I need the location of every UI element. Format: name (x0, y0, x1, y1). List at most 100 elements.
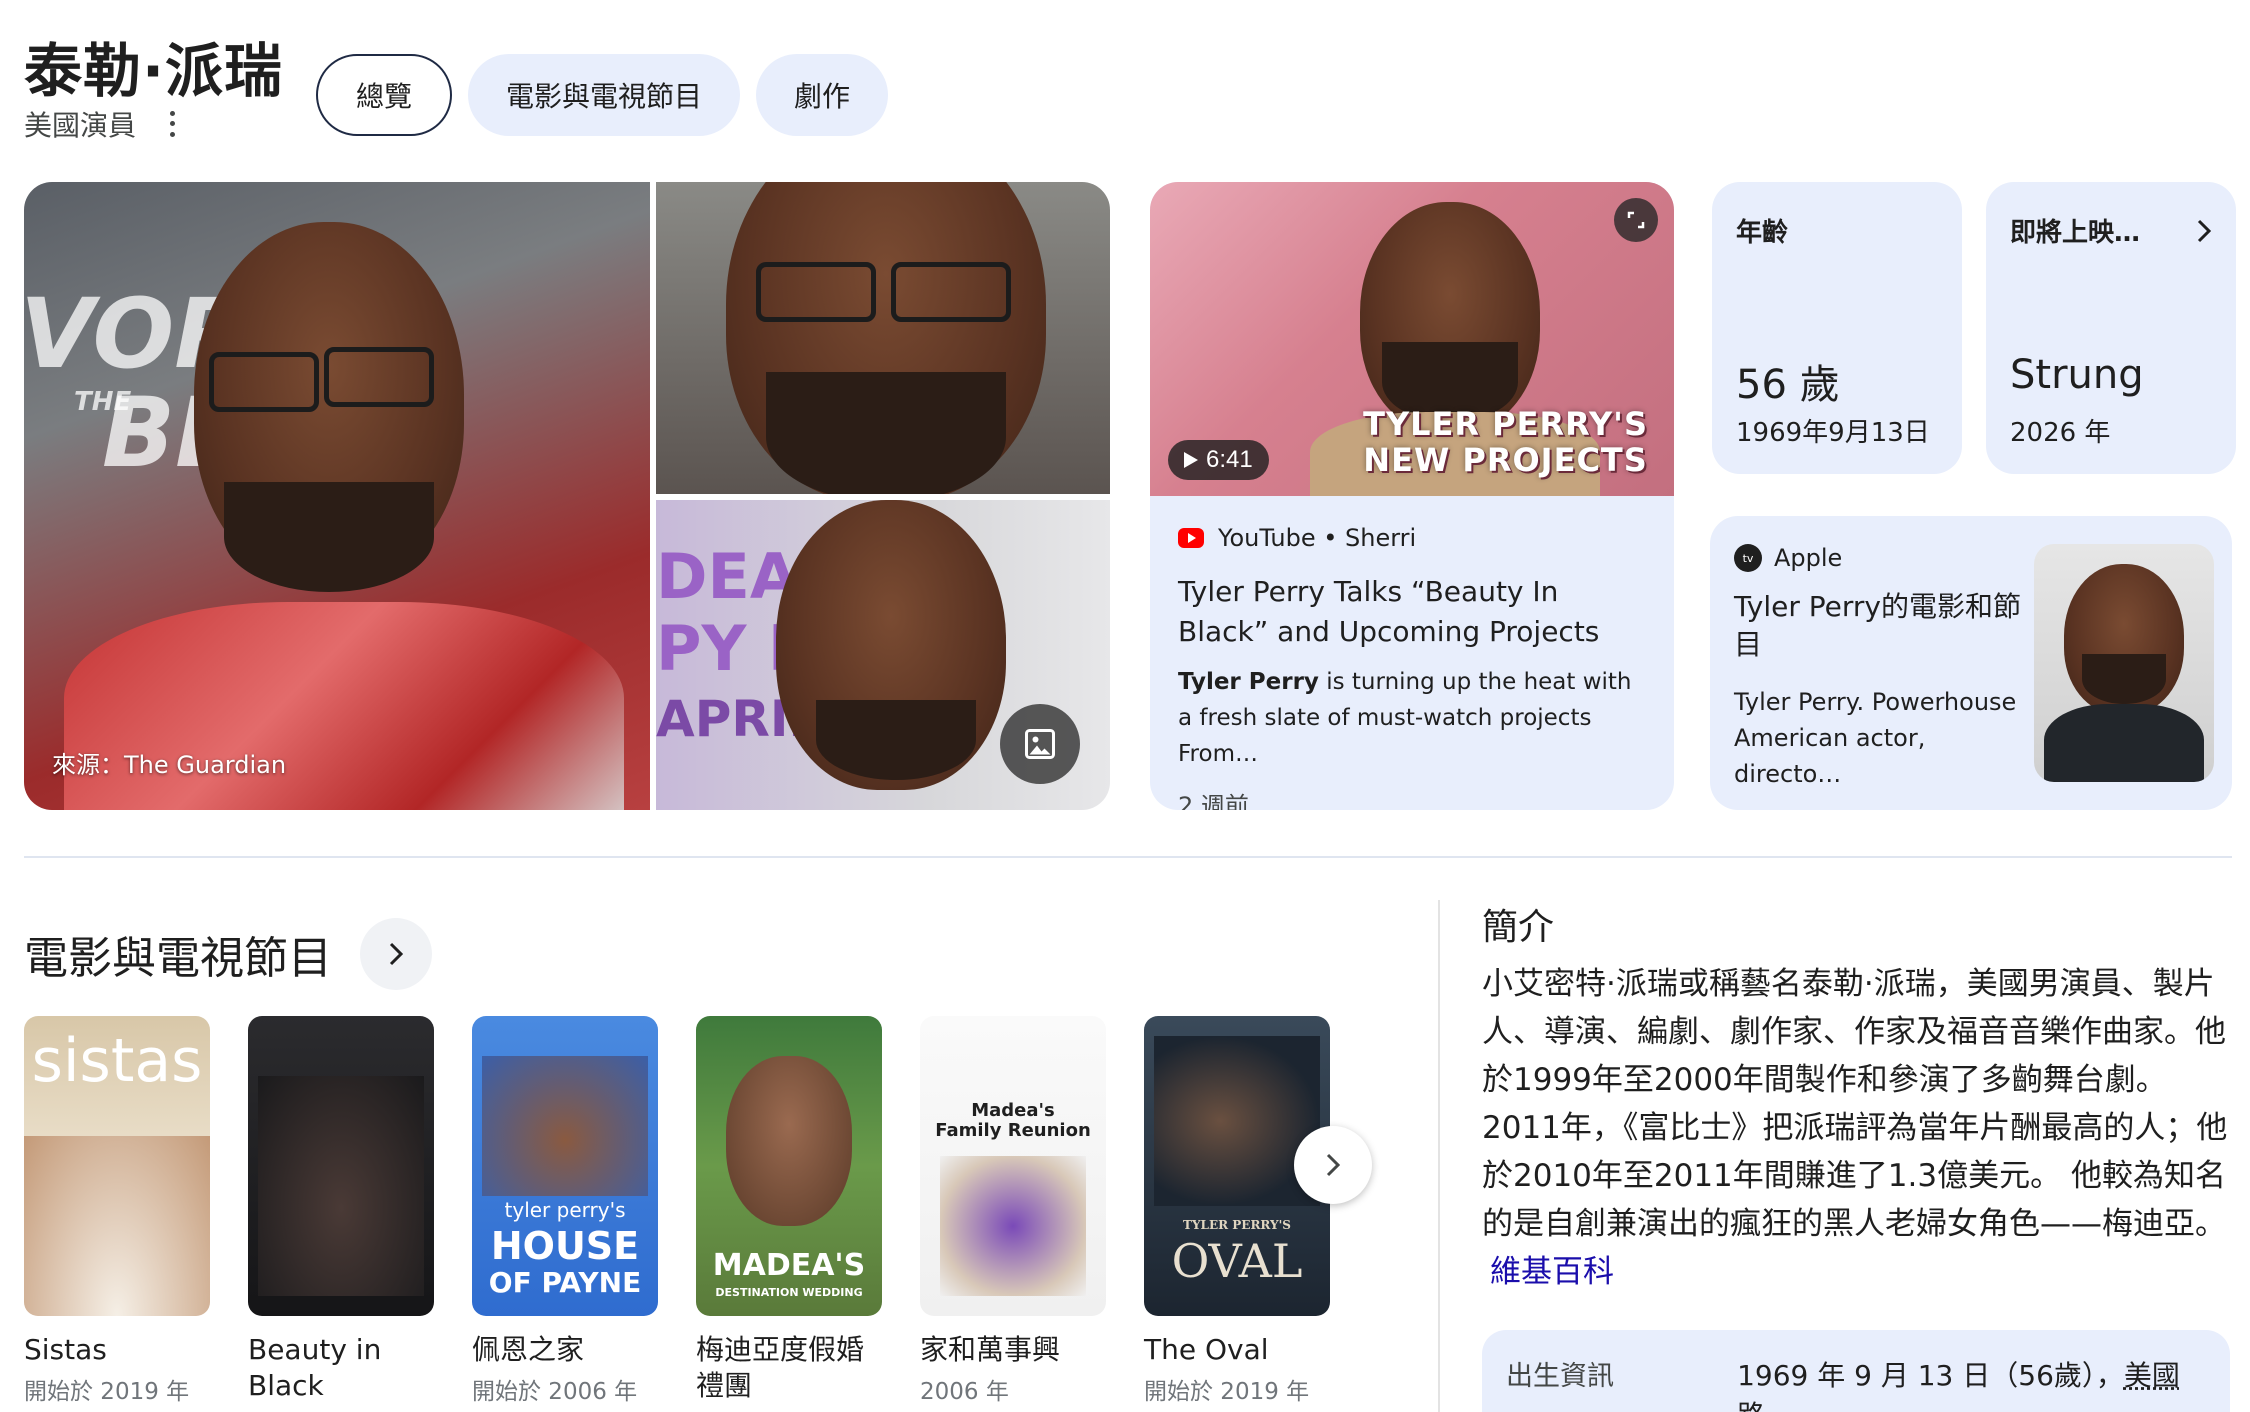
glasses-left (209, 352, 319, 412)
movie-name[interactable]: Sistas (24, 1332, 210, 1368)
movie-name[interactable]: 家和萬事興 (920, 1332, 1106, 1368)
movie-item[interactable]: Beauty in Black (248, 1016, 434, 1408)
movie-year: 2006 年 (920, 1372, 1106, 1406)
tab-overview[interactable]: 總覽 (316, 54, 452, 136)
apple-tv-icon: tv (1734, 544, 1762, 572)
movie-name[interactable]: 梅迪亞度假婚禮團 (696, 1332, 882, 1404)
snippet-bold: Tyler Perry (1178, 669, 1319, 695)
facts-panel: 出生資訊 1969 年 9 月 13 日（56歲），美國路 (1482, 1330, 2230, 1412)
movie-name[interactable]: Beauty in Black (248, 1332, 434, 1404)
person-beard (766, 372, 1006, 494)
movie-item[interactable]: Madea's Family Reunion 家和萬事興 2006 年 (920, 1016, 1106, 1406)
image-gallery-button[interactable] (1000, 704, 1080, 784)
chevron-right-icon (2196, 218, 2212, 244)
movie-poster[interactable]: tyler perry's HOUSE OF PAYNE (472, 1016, 658, 1316)
apple-photo (2034, 544, 2214, 782)
about-text: 小艾密特·派瑞或稱藝名泰勒·派瑞，美國男演員、製片人、導演、編劇、劇作家、作家及… (1482, 960, 2234, 1296)
video-duration: 6:41 (1168, 440, 1269, 480)
entity-subtitle-row: 美國演員 (24, 104, 184, 144)
video-title[interactable]: Tyler Perry Talks “Beauty In Black” and … (1178, 572, 1650, 652)
chevron-right-icon (389, 942, 403, 966)
video-thumbnail[interactable]: TYLER PERRY'S NEW PROJECTS 6:41 (1150, 182, 1674, 496)
video-snippet: Tyler Perry is turning up the heat with … (1178, 664, 1650, 772)
poster-title: tyler perry's (472, 1198, 658, 1222)
poster-figures (482, 1056, 648, 1196)
poster-figures (726, 1056, 852, 1226)
person-suit (2044, 704, 2204, 782)
movie-year: 開始於 2006 年 (472, 1372, 658, 1406)
person-beard (224, 482, 434, 592)
poster-figures (1154, 1036, 1320, 1206)
upcoming-year: 2026 年 (2010, 412, 2110, 449)
glasses-left (756, 262, 876, 322)
video-source-text: YouTube • Sherri (1218, 524, 1416, 552)
column-divider (1438, 900, 1440, 1412)
movie-item[interactable]: TYLER PERRY'S OVAL The Oval 開始於 2019 年 (1144, 1016, 1330, 1406)
about-description: 小艾密特·派瑞或稱藝名泰勒·派瑞，美國男演員、製片人、導演、編劇、劇作家、作家及… (1482, 966, 2227, 1242)
youtube-icon (1178, 528, 1204, 548)
photo-credit: 來源：The Guardian (52, 745, 286, 780)
movies-carousel: sistas Sistas 開始於 2019 年 Beauty in Black… (24, 1016, 1354, 1412)
movies-section-title[interactable]: 電影與電視節目 (24, 922, 332, 986)
fact-value-birth: 1969 年 9 月 13 日（56歲），美國路 (1737, 1354, 2206, 1406)
birth-date: 1969年9月13日 (1736, 412, 1930, 449)
movie-year: 開始於 2019 年 (24, 1372, 210, 1406)
movie-name[interactable]: The Oval (1144, 1332, 1330, 1368)
movies-section-header: 電影與電視節目 (24, 918, 432, 990)
main-photo[interactable]: VORCE THE BLA 來源：The Guardian (24, 182, 650, 810)
movies-more-button[interactable] (360, 918, 432, 990)
movie-item[interactable]: MADEA'S DESTINATION WEDDING 梅迪亞度假婚禮團 (696, 1016, 882, 1408)
apple-title[interactable]: Tyler Perry的電影和節目 (1734, 588, 2024, 664)
expand-icon (1626, 210, 1646, 230)
poster-title: OVAL (1144, 1234, 1330, 1288)
movie-poster[interactable]: Madea's Family Reunion (920, 1016, 1106, 1316)
glasses-right (324, 347, 434, 407)
poster-title: MADEA'S (696, 1248, 882, 1283)
poster-figures (24, 1136, 210, 1316)
age-card[interactable]: 年齡 56 歲 1969年9月13日 (1712, 182, 1962, 474)
upcoming-label: 即將上映… (2010, 212, 2140, 249)
person-beard (2082, 654, 2166, 704)
movie-year: 開始於 2019 年 (1144, 1372, 1330, 1406)
age-label: 年齡 (1736, 212, 1938, 249)
upcoming-label-row: 即將上映… (2010, 212, 2212, 249)
video-thumb-line: NEW PROJECTS (1363, 442, 1648, 478)
wikipedia-link[interactable]: 維基百科 (1490, 1254, 1614, 1290)
apple-card[interactable]: tv Apple Tyler Perry的電影和節目 Tyler Perry. … (1710, 516, 2232, 810)
apple-snippet: Tyler Perry. Powerhouse American actor, … (1734, 684, 2024, 792)
apple-source: tv Apple (1734, 544, 1842, 572)
fact-label-birth: 出生資訊 (1506, 1354, 1737, 1406)
play-icon (1184, 452, 1198, 468)
video-thumb-line: TYLER PERRY'S (1363, 406, 1648, 442)
section-divider (24, 856, 2232, 858)
movie-name[interactable]: 佩恩之家 (472, 1332, 658, 1368)
photo-event[interactable]: DEA'S PY F APRIL 2 (656, 500, 1110, 810)
poster-title: DESTINATION WEDDING (696, 1286, 882, 1299)
tab-movies-tv[interactable]: 電影與電視節目 (468, 54, 740, 136)
expand-button[interactable] (1614, 198, 1658, 242)
poster-figures (258, 1076, 424, 1296)
movie-poster[interactable]: sistas (24, 1016, 210, 1316)
movie-poster[interactable] (248, 1016, 434, 1316)
movie-item[interactable]: tyler perry's HOUSE OF PAYNE 佩恩之家 開始於 20… (472, 1016, 658, 1406)
poster-title: sistas (24, 1026, 210, 1096)
carousel-next-button[interactable] (1294, 1126, 1372, 1204)
video-source: YouTube • Sherri (1178, 524, 1650, 552)
age-value: 56 歲 (1736, 352, 1840, 410)
poster-title: Family Reunion (920, 1120, 1106, 1141)
apple-source-text: Apple (1774, 544, 1842, 572)
tab-plays[interactable]: 劇作 (756, 54, 888, 136)
poster-title: TYLER PERRY'S (1144, 1218, 1330, 1232)
video-meta: YouTube • Sherri Tyler Perry Talks “Beau… (1178, 524, 1650, 810)
photo-closeup[interactable] (656, 182, 1110, 494)
image-gallery: VORCE THE BLA 來源：The Guardian DEA'S PY F… (24, 182, 1110, 810)
video-card[interactable]: TYLER PERRY'S NEW PROJECTS 6:41 YouTube … (1150, 182, 1674, 810)
movie-poster[interactable]: MADEA'S DESTINATION WEDDING (696, 1016, 882, 1316)
upcoming-card[interactable]: 即將上映… Strung 2026 年 (1986, 182, 2236, 474)
poster-title: HOUSE (472, 1224, 658, 1268)
more-vert-icon[interactable] (160, 108, 184, 140)
birth-info: 1969 年 9 月 13 日（56歲）， (1737, 1359, 2124, 1392)
image-icon (1022, 726, 1058, 762)
glasses-right (891, 262, 1011, 322)
movie-item[interactable]: sistas Sistas 開始於 2019 年 (24, 1016, 210, 1406)
